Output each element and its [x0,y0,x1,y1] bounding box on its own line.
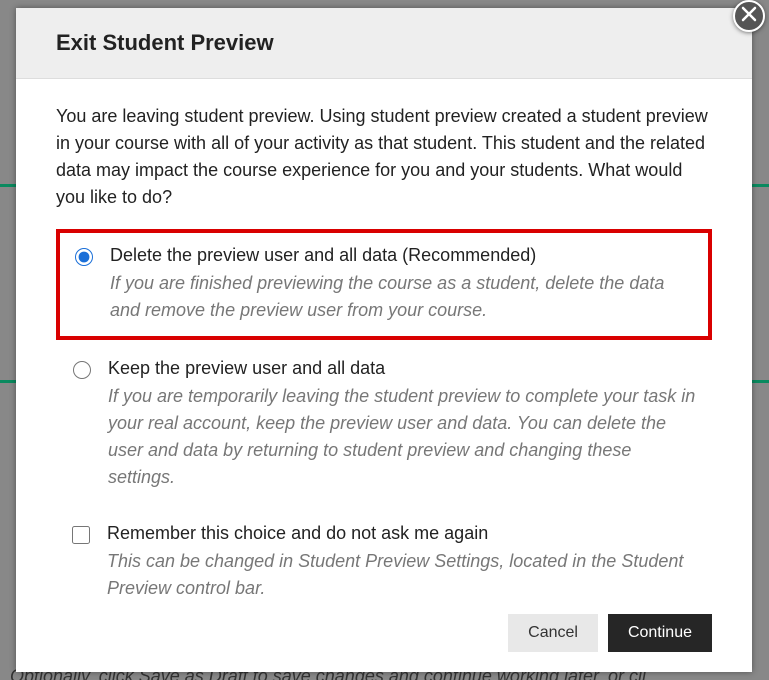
close-button[interactable] [733,0,765,32]
dialog-body: You are leaving student preview. Using s… [16,79,752,598]
option-delete-radio[interactable] [75,248,93,266]
exit-student-preview-dialog: Exit Student Preview You are leaving stu… [16,8,752,672]
option-keep-label: Keep the preview user and all data [108,358,700,379]
dialog-title: Exit Student Preview [16,8,752,79]
continue-button[interactable]: Continue [608,614,712,652]
dialog-intro: You are leaving student preview. Using s… [56,103,712,211]
option-remember-row[interactable]: Remember this choice and do not ask me a… [56,509,712,598]
option-delete-label: Delete the preview user and all data (Re… [110,245,698,266]
option-delete-row[interactable]: Delete the preview user and all data (Re… [56,229,712,340]
option-keep-desc: If you are temporarily leaving the stude… [108,383,700,491]
option-keep-row[interactable]: Keep the preview user and all data If yo… [56,344,712,505]
cancel-button[interactable]: Cancel [508,614,598,652]
option-remember-desc: This can be changed in Student Preview S… [107,548,700,598]
option-remember-label: Remember this choice and do not ask me a… [107,523,700,544]
dialog-footer: Cancel Continue [16,598,752,672]
option-remember-checkbox[interactable] [72,526,90,544]
close-icon [741,6,757,27]
option-keep-radio[interactable] [73,361,91,379]
option-delete-desc: If you are finished previewing the cours… [110,270,698,324]
